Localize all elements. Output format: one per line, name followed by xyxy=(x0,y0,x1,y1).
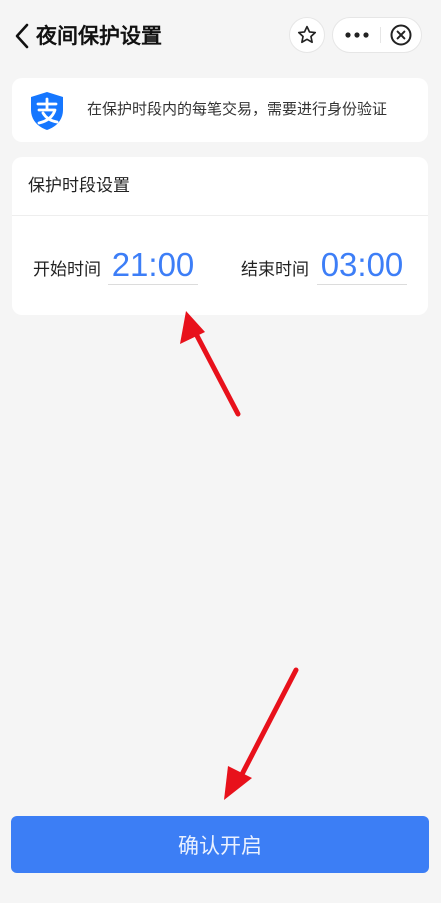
confirm-enable-button[interactable]: 确认开启 xyxy=(11,816,429,873)
start-time-label: 开始时间 xyxy=(33,260,101,280)
favorite-button[interactable] xyxy=(289,17,325,53)
more-button[interactable] xyxy=(333,18,381,52)
back-button[interactable] xyxy=(12,22,34,50)
chevron-left-icon xyxy=(15,23,29,49)
end-time-picker[interactable]: 03:00 xyxy=(317,243,407,285)
navigation-bar: 夜间保护设置 xyxy=(0,0,441,72)
identity-verification-notice: 在保护时段内的每笔交易，需要进行身份验证 xyxy=(12,78,428,142)
page-title: 夜间保护设置 xyxy=(36,24,162,48)
protection-period-card: 保护时段设置 开始时间 21:00 结束时间 03:00 xyxy=(12,157,428,315)
annotation-arrow-top xyxy=(180,311,241,417)
star-outline-icon xyxy=(297,25,317,44)
more-dots-icon xyxy=(345,32,369,38)
section-title: 保护时段设置 xyxy=(28,176,130,196)
annotation-arrow-bottom xyxy=(224,667,299,800)
menu-capsule xyxy=(332,17,422,53)
divider xyxy=(12,215,428,216)
close-circle-icon xyxy=(390,24,412,46)
end-time-label: 结束时间 xyxy=(241,260,309,280)
start-time-picker[interactable]: 21:00 xyxy=(108,243,198,285)
notice-text: 在保护时段内的每笔交易，需要进行身份验证 xyxy=(87,100,388,118)
alipay-shield-icon xyxy=(31,92,63,130)
close-button[interactable] xyxy=(381,18,421,52)
